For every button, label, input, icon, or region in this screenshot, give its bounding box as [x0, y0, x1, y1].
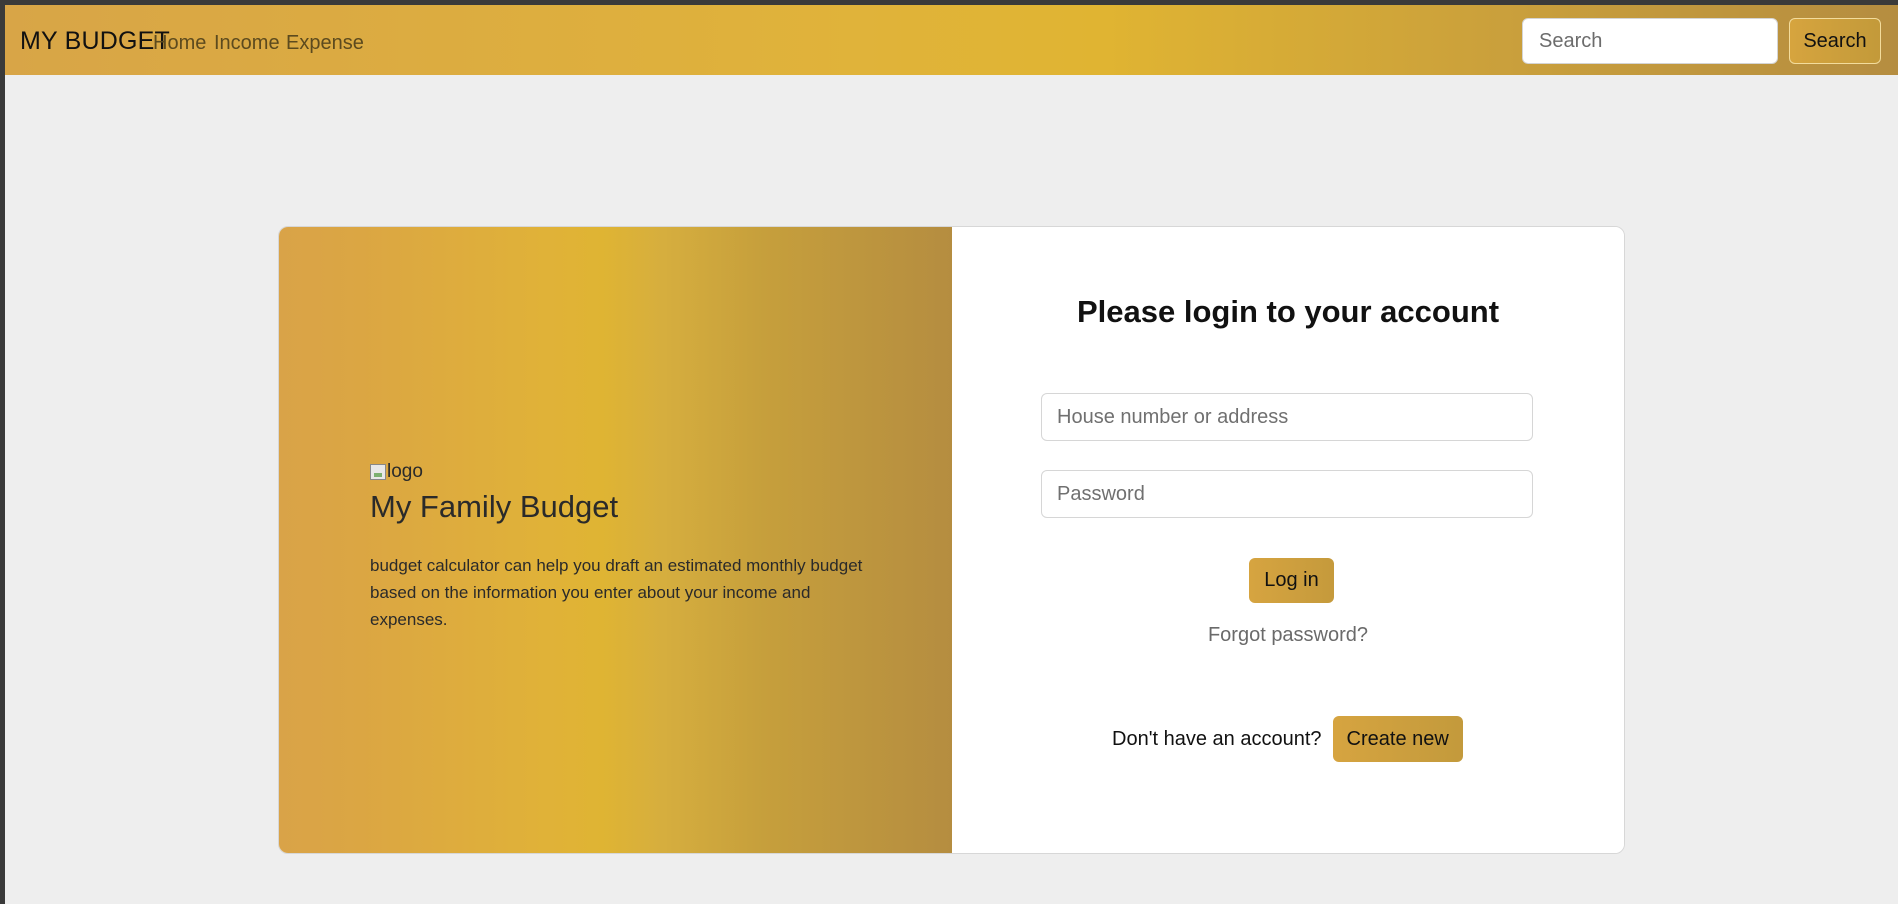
search-input[interactable] [1522, 18, 1778, 64]
browser-viewport: MY BUDGET Home Income Expense Search log… [5, 5, 1898, 904]
top-navbar: MY BUDGET Home Income Expense Search [5, 5, 1898, 75]
brand-logo-text[interactable]: MY BUDGET [20, 27, 170, 56]
login-button[interactable]: Log in [1249, 558, 1334, 603]
logo-alt-text: logo [387, 461, 423, 482]
nav-link-expense[interactable]: Expense [286, 32, 364, 55]
address-input[interactable] [1041, 393, 1533, 441]
login-title: Please login to your account [1076, 294, 1500, 329]
nav-link-income[interactable]: Income [214, 32, 280, 55]
forgot-password-link[interactable]: Forgot password? [952, 624, 1624, 647]
search-button[interactable]: Search [1789, 18, 1881, 64]
signup-row: Don't have an account? Create new [1112, 716, 1463, 762]
broken-image-icon [370, 464, 386, 480]
info-panel: logo My Family Budget budget calculator … [279, 227, 952, 853]
login-card: logo My Family Budget budget calculator … [278, 226, 1625, 854]
password-input[interactable] [1041, 470, 1533, 518]
logo-image-broken: logo [370, 461, 423, 483]
create-account-button[interactable]: Create new [1332, 716, 1463, 762]
info-panel-title: My Family Budget [370, 489, 619, 524]
no-account-text: Don't have an account? [1112, 727, 1322, 750]
login-form-panel: Please login to your account Log in Forg… [952, 227, 1624, 853]
nav-link-home[interactable]: Home [153, 32, 206, 55]
info-panel-description: budget calculator can help you draft an … [370, 556, 863, 629]
